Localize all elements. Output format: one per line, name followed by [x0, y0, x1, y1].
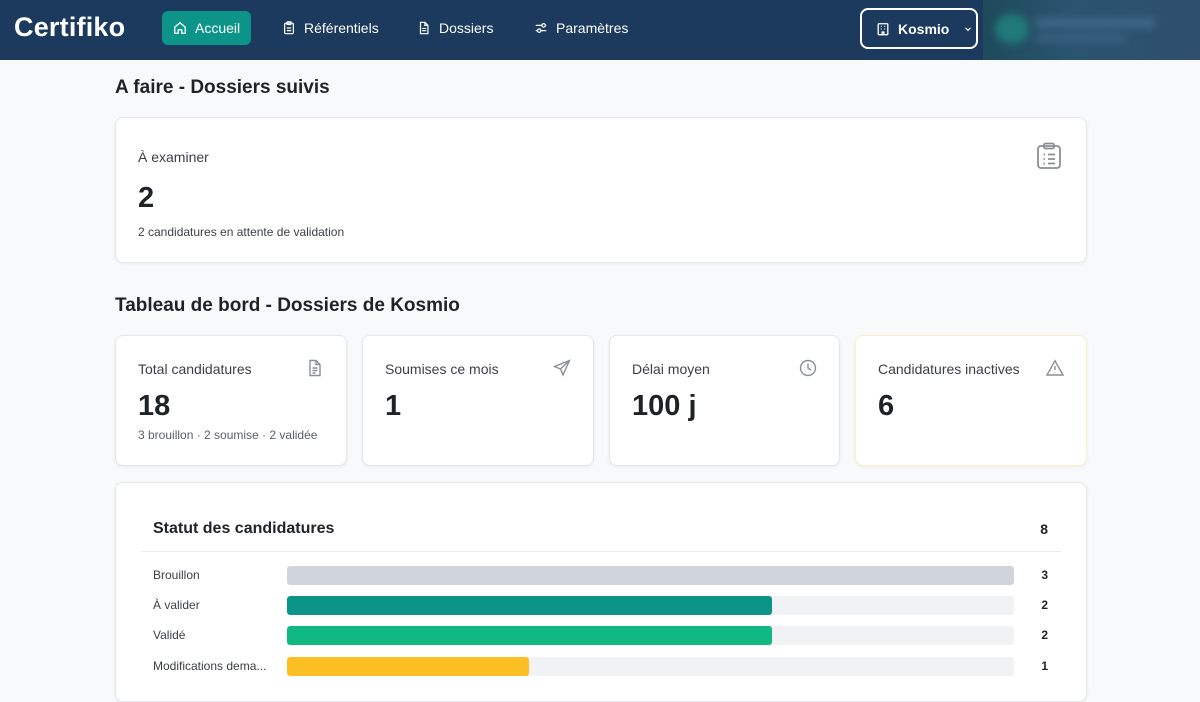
status-count: 2: [1041, 598, 1048, 612]
nav-item-dossiers[interactable]: Dossiers: [406, 11, 504, 45]
nav-item-label: Référentiels: [304, 20, 379, 36]
status-count: 2: [1041, 628, 1048, 642]
nav-item-label: Dossiers: [439, 20, 494, 36]
status-label: À valider: [153, 598, 200, 612]
stat-label: Délai moyen: [632, 361, 710, 377]
brand-name: Certifiko: [14, 12, 126, 42]
nav-item-accueil[interactable]: Accueil: [162, 11, 252, 45]
file-icon: [419, 21, 429, 35]
status-row-a-valider[interactable]: À valider 2: [153, 596, 1048, 616]
stat-card-total[interactable]: Total candidatures 18 3 brouillon · 2 so…: [115, 335, 347, 466]
brand-logo[interactable]: Certifiko: [14, 12, 125, 43]
stat-value: 100 j: [632, 390, 697, 422]
user-menu-blurred[interactable]: [983, 0, 1200, 60]
stat-card-submitted-month[interactable]: Soumises ce mois 1: [362, 335, 594, 466]
chevron-down-icon: [965, 26, 972, 31]
nav-item-label: Accueil: [195, 20, 241, 36]
clipboard-list-icon: [1037, 142, 1061, 169]
document-icon: [309, 359, 321, 377]
stat-value: 1: [385, 390, 402, 422]
to-review-description: 2 candidatures en attente de validation: [138, 225, 345, 239]
status-bar-track: [287, 657, 1014, 676]
top-navbar: Certifiko Accueil Référentiels Dossiers …: [0, 0, 1200, 60]
stat-label: Candidatures inactives: [878, 361, 1020, 377]
status-bar-track: [287, 626, 1014, 645]
home-icon: [174, 21, 186, 34]
clipboard-icon: [284, 21, 294, 35]
to-review-card[interactable]: À examiner 2 2 candidatures en attente d…: [115, 117, 1087, 263]
nav-item-referentiels[interactable]: Référentiels: [271, 11, 390, 45]
organization-name: Kosmio: [898, 20, 950, 37]
organization-selector[interactable]: Kosmio: [860, 8, 978, 49]
stat-value: 18: [138, 390, 171, 422]
stat-breakdown: 3 brouillon · 2 soumise · 2 validée: [138, 428, 318, 442]
status-chart-card: Statut des candidatures 8 Brouillon 3 À …: [115, 482, 1087, 702]
stat-label: Total candidatures: [138, 361, 252, 377]
status-bar-fill: [287, 657, 530, 676]
divider: [141, 551, 1061, 552]
status-bar-fill: [287, 596, 772, 615]
clock-icon: [799, 359, 817, 377]
status-label: Validé: [153, 628, 186, 642]
status-label: Modifications dema...: [153, 659, 267, 673]
status-count: 3: [1041, 568, 1048, 582]
stat-card-average-delay[interactable]: Délai moyen 100 j: [609, 335, 840, 466]
building-icon: [877, 22, 889, 35]
stat-label: Soumises ce mois: [385, 361, 499, 377]
dashboard-section-title: Tableau de bord - Dossiers de Kosmio: [115, 295, 460, 316]
status-bar-fill: [287, 626, 772, 645]
stat-value: 6: [878, 390, 895, 422]
warning-icon: [1046, 359, 1064, 376]
todo-section-title: A faire - Dossiers suivis: [115, 77, 330, 98]
stat-card-inactive[interactable]: Candidatures inactives 6: [855, 335, 1087, 466]
status-row-valide[interactable]: Validé 2: [153, 626, 1048, 646]
status-label: Brouillon: [153, 568, 200, 582]
sliders-icon: [535, 23, 547, 33]
status-count: 1: [1041, 659, 1048, 673]
status-bar-track: [287, 566, 1014, 585]
nav-item-label: Paramètres: [556, 20, 629, 36]
status-chart-title: Statut des candidatures: [153, 520, 335, 537]
status-row-brouillon[interactable]: Brouillon 3: [153, 566, 1048, 586]
nav-item-parametres[interactable]: Paramètres: [523, 11, 639, 45]
status-total-count: 8: [1040, 521, 1048, 537]
send-icon: [553, 359, 571, 377]
status-bar-track: [287, 596, 1014, 615]
status-row-modifications[interactable]: Modifications dema... 1: [153, 657, 1048, 677]
status-bar-fill: [287, 566, 1014, 585]
to-review-count: 2: [138, 182, 155, 214]
to-review-label: À examiner: [138, 149, 209, 165]
